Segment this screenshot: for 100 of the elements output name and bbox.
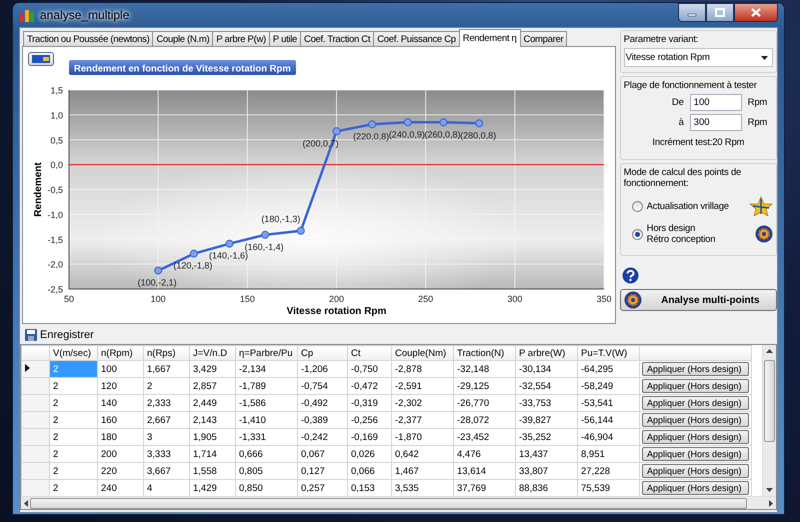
table-cell: -0,754 [298, 378, 348, 394]
range-input[interactable]: 300 [690, 114, 742, 131]
table-cell: -0,256 [348, 412, 392, 428]
table-cell: 3,667 [144, 462, 190, 480]
table-cell: 0,127 [298, 462, 348, 480]
save-button[interactable]: Enregistrer [23, 329, 96, 341]
column-header[interactable]: Cp [298, 346, 348, 360]
table-cell: 1,667 [144, 360, 190, 378]
tab[interactable]: Rendement η [458, 29, 521, 47]
row-header[interactable] [22, 360, 50, 378]
minimize-button[interactable] [678, 3, 706, 22]
table-cell: -0,169 [348, 428, 392, 446]
help-icon [622, 267, 639, 284]
apply-button[interactable]: Appliquer (Hors design) [642, 447, 749, 461]
apply-button[interactable]: Appliquer (Hors design) [642, 379, 749, 393]
table-cell: -39,827 [516, 412, 578, 428]
column-header[interactable]: η=Parbre/Pu [236, 346, 298, 360]
column-header[interactable]: n(Rpm) [98, 346, 144, 360]
column-header[interactable]: P arbre(W) [516, 346, 578, 360]
apply-button[interactable]: Appliquer (Hors design) [642, 464, 749, 478]
y-tick-label: -1,5 [47, 234, 63, 245]
chart-title-tab: Rendement en fonction de Vitesse rotation Rpm [69, 60, 296, 75]
apply-button[interactable]: Appliquer (Hors design) [642, 413, 749, 427]
y-tick-label: 1,5 [50, 86, 63, 96]
apply-button[interactable]: Appliquer (Hors design) [642, 362, 749, 376]
column-header[interactable]: Couple(Nm) [392, 346, 454, 360]
table-cell: -28,072 [454, 412, 516, 428]
apply-button[interactable]: Appliquer (Hors design) [642, 430, 749, 444]
scrollbar-thumb[interactable] [764, 360, 775, 442]
tab[interactable]: Coef. Traction Ct [300, 31, 374, 47]
radio-button[interactable] [632, 200, 643, 212]
close-icon [751, 8, 761, 17]
bar-chart-icon [19, 7, 35, 23]
tab[interactable]: Comparer [520, 31, 568, 47]
column-header[interactable]: V(m/sec) [50, 346, 98, 360]
column-header[interactable]: J=V/n.D [190, 346, 236, 360]
x-axis-title: Vitesse rotation Rpm [286, 306, 386, 317]
tab[interactable]: P arbre P(w) [212, 31, 270, 47]
table-cell: -46,904 [578, 428, 640, 446]
table-cell: 0,066 [348, 462, 392, 480]
table-cell: 2 [144, 378, 190, 394]
gear-icon [624, 291, 642, 309]
table-cell: 2 [50, 412, 98, 428]
y-tick-label: -2,5 [47, 284, 63, 294]
table-cell: 140 [98, 394, 144, 412]
range-label: à [678, 117, 684, 128]
data-point [332, 127, 340, 136]
column-header[interactable]: Traction(N) [454, 346, 516, 360]
table-cell: 1,905 [190, 428, 236, 446]
y-tick-label: 1,0 [50, 110, 63, 120]
y-tick-label: -2,0 [47, 260, 63, 270]
table-cell: -1,206 [298, 360, 348, 378]
column-header[interactable]: Pu=T.V(W) [578, 346, 640, 360]
table-cell: 180 [98, 428, 144, 446]
data-label: (220,0,8) [353, 131, 390, 142]
y-tick-label: -0,5 [47, 185, 63, 195]
table-cell: -0,750 [348, 360, 392, 378]
tab[interactable]: Coef. Puissance Cp [373, 31, 460, 47]
unit-label: Rpm [748, 117, 768, 128]
table-cell: 2 [50, 462, 98, 480]
close-button[interactable] [734, 3, 778, 22]
increment-text: Incrément test:20 Rpm [651, 136, 746, 150]
tab[interactable]: Couple (N.m) [152, 31, 214, 47]
chart-options-button[interactable] [28, 52, 54, 66]
table-cell: 1,558 [190, 462, 236, 480]
table-cell: -0,319 [348, 394, 392, 412]
table-cell: 2,857 [190, 378, 236, 394]
data-label: (160,-1,4) [244, 242, 284, 252]
column-header[interactable]: Ct [348, 346, 392, 360]
table-cell: 3,429 [190, 360, 236, 378]
table-cell: -1,586 [236, 394, 298, 412]
analyse-button[interactable]: Analyse multi-points [620, 289, 777, 311]
table-cell: -32,148 [454, 360, 516, 378]
y-axis-title: Rendement [33, 162, 44, 217]
table-cell: -1,870 [392, 428, 454, 446]
range-input[interactable]: 100 [690, 94, 742, 111]
data-label: (280,0,8) [460, 130, 496, 140]
table-cell: -2,377 [392, 412, 454, 428]
apply-button[interactable]: Appliquer (Hors design) [642, 396, 749, 410]
scroll-up-icon [766, 349, 773, 353]
x-tick-label: 150 [240, 294, 255, 304]
parameter-label: Parametre variant: [624, 34, 700, 45]
scrollbar-thumb[interactable] [30, 498, 747, 508]
data-point [404, 118, 412, 126]
scroll-down-icon [766, 488, 773, 492]
row-pointer-icon [25, 364, 30, 372]
table-cell: 0,805 [236, 462, 298, 480]
y-tick-label: 0,5 [50, 135, 63, 146]
table-cell: 220 [98, 462, 144, 480]
column-header[interactable]: n(Rps) [144, 346, 190, 360]
radio-label[interactable]: Hors design Rétro conception [646, 223, 751, 245]
radio-label[interactable]: Actualisation vrillage [646, 200, 745, 212]
tab[interactable]: Traction ou Poussée (newtons) [23, 31, 154, 47]
maximize-button[interactable] [706, 3, 734, 22]
apply-button[interactable]: Appliquer (Hors design) [642, 481, 749, 495]
parameter-dropdown[interactable]: Vitesse rotation Rpm [624, 48, 773, 67]
table-cell: 0,642 [392, 446, 454, 462]
star-icon [749, 196, 773, 216]
table-cell: 1,714 [190, 446, 236, 462]
radio-button[interactable] [632, 228, 643, 240]
